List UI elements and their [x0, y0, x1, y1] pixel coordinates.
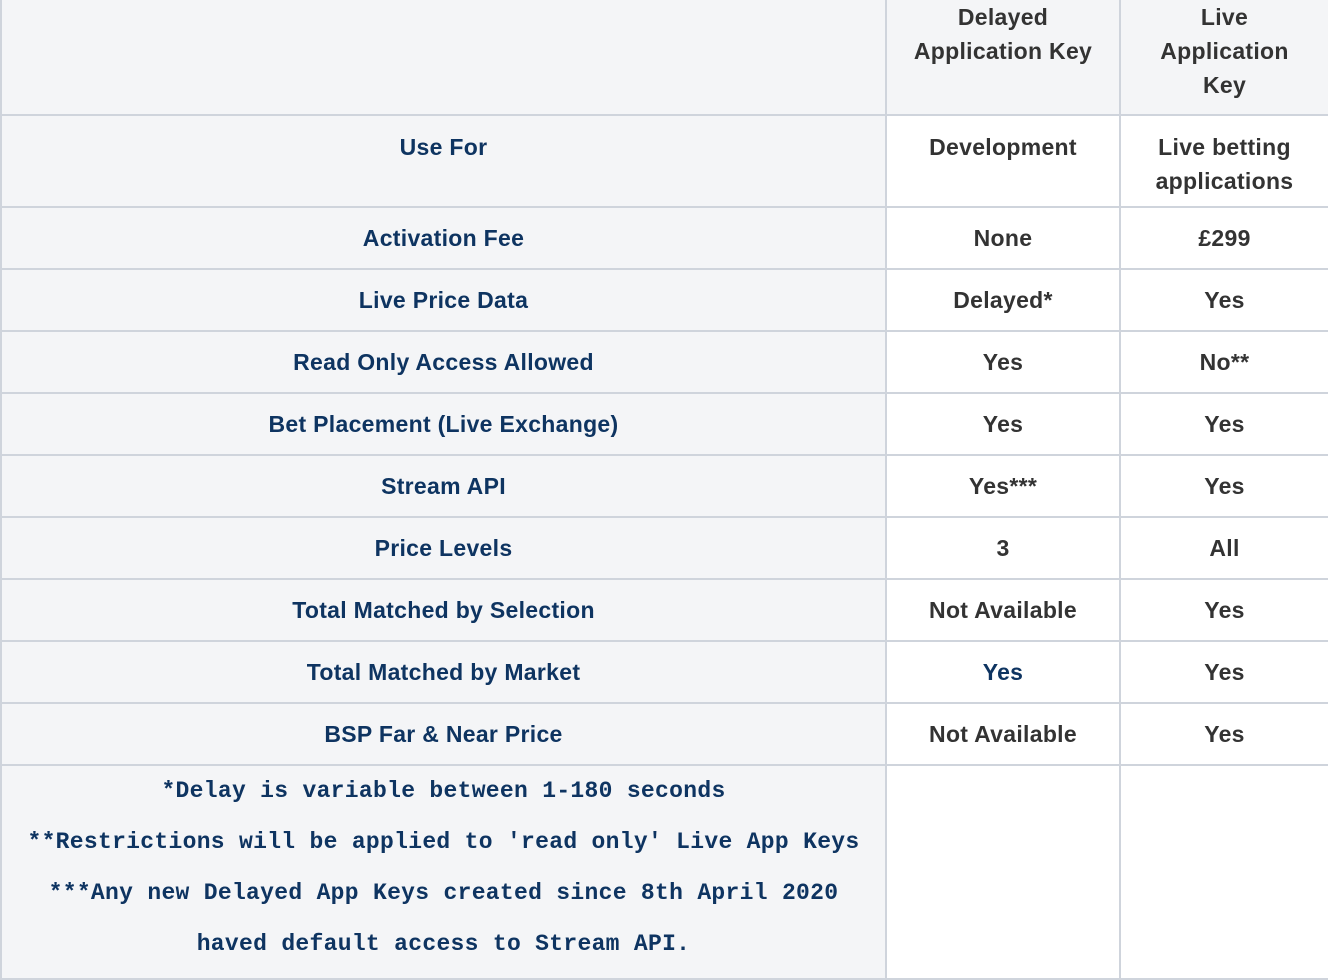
- cell-delayed: Not Available: [885, 702, 1121, 766]
- cell-delayed: 3: [885, 516, 1121, 580]
- cell-live: Yes: [1119, 702, 1328, 766]
- row-label: Live Price Data: [0, 268, 887, 332]
- cell-delayed: Yes: [885, 640, 1121, 704]
- row-label: Price Levels: [0, 516, 887, 580]
- row-label: Bet Placement (Live Exchange): [0, 392, 887, 456]
- row-label: Total Matched by Market: [0, 640, 887, 704]
- cell-live: Yes: [1119, 640, 1328, 704]
- header-live-app-key: Live Application Key: [1119, 0, 1328, 116]
- cell-live: £299: [1119, 206, 1328, 270]
- cell-delayed: Not Available: [885, 578, 1121, 642]
- header-live-line-1: Live: [1200, 4, 1249, 30]
- footnote-delay: *Delay is variable between 1-180 seconds: [161, 778, 726, 804]
- cell-live-use-for: Live betting applications: [1119, 114, 1328, 208]
- footnote-restrictions: **Restrictions will be applied to 'read …: [27, 829, 860, 855]
- row-label: Stream API: [0, 454, 887, 518]
- table-row-price-levels: Price Levels 3 All: [0, 516, 1328, 580]
- row-label-use-for: Use For: [0, 114, 887, 208]
- cell-delayed: Yes: [885, 330, 1121, 394]
- table-row-bsp-price: BSP Far & Near Price Not Available Yes: [0, 702, 1328, 766]
- cell-live: Yes: [1119, 268, 1328, 332]
- table-row-stream-api: Stream API Yes*** Yes: [0, 454, 1328, 518]
- table-row-activation-fee: Activation Fee None £299: [0, 206, 1328, 270]
- header-live-line-2: Application: [1160, 38, 1289, 64]
- cell-live-use-for-line-2: applications: [1155, 168, 1294, 194]
- cell-live: Yes: [1119, 392, 1328, 456]
- row-label: Activation Fee: [0, 206, 887, 270]
- table-row-bet-placement: Bet Placement (Live Exchange) Yes Yes: [0, 392, 1328, 456]
- header-row: Delayed Application Key Live Application…: [0, 0, 1328, 116]
- footnotes-cell: *Delay is variable between 1-180 seconds…: [0, 764, 887, 980]
- app-key-comparison-table: Delayed Application Key Live Application…: [0, 0, 1328, 980]
- cell-live: No**: [1119, 330, 1328, 394]
- cell-live: All: [1119, 516, 1328, 580]
- footnote-stream-api: haved default access to Stream API.: [196, 931, 691, 957]
- table-row-read-only-access: Read Only Access Allowed Yes No**: [0, 330, 1328, 394]
- row-label: Total Matched by Selection: [0, 578, 887, 642]
- header-delayed-line-2: Application Key: [913, 38, 1093, 64]
- cell-live: Yes: [1119, 578, 1328, 642]
- cell-live: Yes: [1119, 454, 1328, 518]
- table-row-footnotes: *Delay is variable between 1-180 seconds…: [0, 764, 1328, 980]
- table-row-total-matched-selection: Total Matched by Selection Not Available…: [0, 578, 1328, 642]
- header-live-line-3: Key: [1202, 72, 1247, 98]
- row-label: BSP Far & Near Price: [0, 702, 887, 766]
- footnotes-empty-live: [1119, 764, 1328, 980]
- cell-delayed-use-for: Development: [885, 114, 1121, 208]
- cell-delayed: Yes: [885, 392, 1121, 456]
- table-row-live-price-data: Live Price Data Delayed* Yes: [0, 268, 1328, 332]
- cell-live-use-for-line-1: Live betting: [1158, 134, 1291, 160]
- footnote-new-keys: ***Any new Delayed App Keys created sinc…: [48, 880, 839, 906]
- header-delayed-line-1: Delayed: [957, 4, 1049, 30]
- header-delayed-app-key: Delayed Application Key: [885, 0, 1121, 116]
- table-row-use-for: Use For Development Live betting applica…: [0, 114, 1328, 208]
- cell-delayed: None: [885, 206, 1121, 270]
- cell-delayed: Delayed*: [885, 268, 1121, 332]
- row-label: Read Only Access Allowed: [0, 330, 887, 394]
- footnotes-empty-delayed: [885, 764, 1121, 980]
- cell-delayed: Yes***: [885, 454, 1121, 518]
- table-row-total-matched-market: Total Matched by Market Yes Yes: [0, 640, 1328, 704]
- header-corner-cell: [0, 0, 887, 116]
